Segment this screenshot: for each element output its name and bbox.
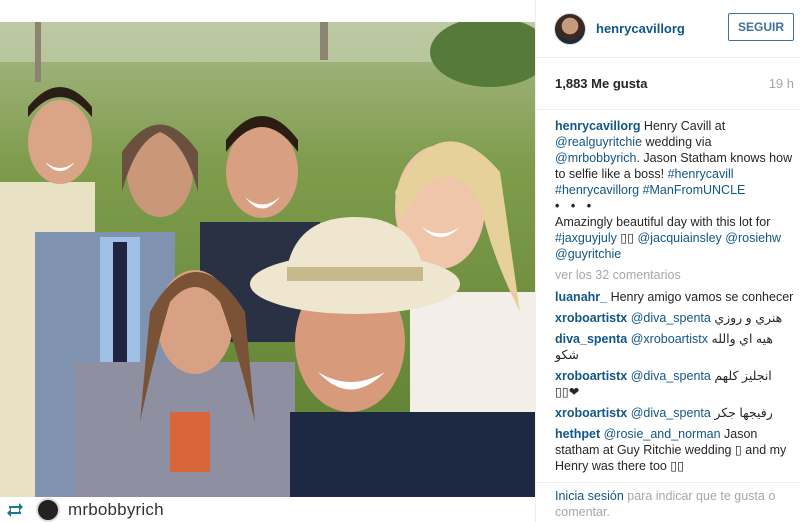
- emoji-glyph: ▯▯: [616, 231, 638, 245]
- caption-text: wedding via: [642, 135, 712, 149]
- caption-text: Henry Cavill at: [640, 119, 726, 133]
- comment-username[interactable]: xroboartistx: [555, 369, 627, 383]
- mention-link[interactable]: @diva_spenta: [627, 311, 711, 325]
- mention-link[interactable]: @xroboartistx: [627, 332, 708, 346]
- comment-username[interactable]: xroboartistx: [555, 406, 627, 420]
- comment-username[interactable]: diva_spenta: [555, 332, 627, 346]
- author-avatar[interactable]: [554, 12, 586, 45]
- hashtag-link[interactable]: #jaxguyjuly: [555, 231, 617, 245]
- hashtag-link[interactable]: #henrycavill: [668, 167, 734, 181]
- comment-username[interactable]: xroboartistx: [555, 311, 627, 325]
- mention-link[interactable]: @diva_spenta: [627, 369, 711, 383]
- author-username[interactable]: henrycavillorg: [596, 21, 685, 36]
- post-time[interactable]: 19 h: [769, 76, 794, 91]
- post-photo[interactable]: [0, 22, 535, 497]
- comment-item: hethpet @rosie_and_norman Jason statham …: [555, 426, 794, 474]
- caption-author[interactable]: henrycavillorg: [555, 119, 640, 133]
- view-all-comments-link[interactable]: ver los 32 comentarios: [555, 267, 794, 283]
- mention-link[interactable]: @rosiehw: [725, 231, 781, 245]
- comment-item: xroboartistx @diva_spenta انجليز كلهم ▯▯…: [555, 368, 794, 400]
- login-prompt: Inicia sesión para indicar que te gusta …: [536, 482, 800, 522]
- comment-text: رفيجها جكر: [714, 406, 773, 420]
- post-meta: 1,883 Me gusta 19 h: [536, 58, 800, 110]
- mention-link[interactable]: @rosie_and_norman: [600, 427, 721, 441]
- comment-item: xroboartistx @diva_spenta رفيجها جكر: [555, 405, 794, 421]
- caption-text: Amazingly beautiful day with this lot fo…: [555, 215, 771, 229]
- comment-text: انجليز كلهم: [714, 369, 772, 383]
- comment-username[interactable]: hethpet: [555, 427, 600, 441]
- comments-list: henrycavillorg Henry Cavill at @realguyr…: [536, 110, 800, 474]
- comment-item: luanahr_ Henry amigo vamos se conhecer: [555, 289, 794, 305]
- repost-avatar[interactable]: [36, 497, 60, 522]
- repost-icon: [4, 499, 26, 521]
- follow-button[interactable]: SEGUIR: [728, 13, 794, 41]
- selfie-photo-illustration: [0, 22, 535, 497]
- comment-text: هنري و روزي: [714, 311, 783, 325]
- mention-link[interactable]: @jacquiainsley: [638, 231, 722, 245]
- comment-username[interactable]: luanahr_: [555, 290, 607, 304]
- hashtag-link[interactable]: #henrycavillorg: [555, 183, 639, 197]
- repost-username[interactable]: mrbobbyrich: [68, 500, 164, 520]
- emoji-glyph: ▯▯❤: [555, 385, 580, 399]
- caption-dots: • • •: [555, 199, 596, 213]
- comment-text: Henry amigo vamos se conhecer: [607, 290, 794, 304]
- mention-link[interactable]: @realguyritchie: [555, 135, 642, 149]
- likes-count[interactable]: 1,883 Me gusta: [555, 76, 648, 91]
- comment-item: diva_spenta @xroboartistx هيه اي والله ش…: [555, 331, 794, 363]
- mention-link[interactable]: @mrbobbyrich: [555, 151, 636, 165]
- post-sidebar: henrycavillorg SEGUIR 1,883 Me gusta 19 …: [535, 0, 800, 522]
- caption: henrycavillorg Henry Cavill at @realguyr…: [555, 118, 794, 262]
- login-link[interactable]: Inicia sesión: [555, 489, 624, 503]
- hashtag-link[interactable]: #ManFromUNCLE: [643, 183, 746, 197]
- comment-item: xroboartistx @diva_spenta هنري و روزي: [555, 310, 794, 326]
- mention-link[interactable]: @guyritchie: [555, 247, 621, 261]
- mention-link[interactable]: @diva_spenta: [627, 406, 711, 420]
- post-header: henrycavillorg SEGUIR: [536, 0, 800, 58]
- repost-bar: mrbobbyrich: [0, 497, 535, 522]
